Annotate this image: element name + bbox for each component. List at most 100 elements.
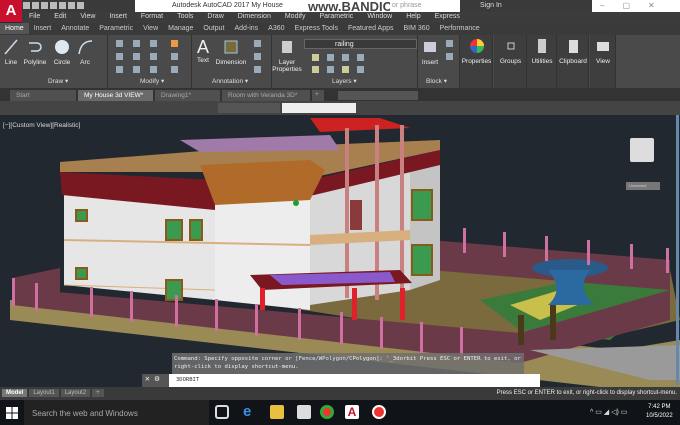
draw-panel-label[interactable]: Draw ▾ <box>48 77 68 85</box>
add-layout-button[interactable]: + <box>92 389 104 397</box>
menu-express[interactable]: Express <box>428 12 467 21</box>
block-panel-label[interactable]: Block ▾ <box>426 77 447 85</box>
print-icon[interactable] <box>59 2 66 9</box>
tab-manage[interactable]: Manage <box>163 23 198 34</box>
mirror-icon[interactable] <box>133 53 140 60</box>
menu-format[interactable]: Format <box>134 12 170 21</box>
close-icon[interactable]: ✕ <box>145 374 150 383</box>
stretch-icon[interactable] <box>116 66 123 73</box>
tab-view[interactable]: View <box>138 23 163 34</box>
layer-dropdown[interactable]: railing <box>304 39 417 49</box>
save-as-icon[interactable] <box>50 2 57 9</box>
copy-icon[interactable] <box>116 53 123 60</box>
menu-help[interactable]: Help <box>399 12 427 21</box>
utilities-button[interactable]: Utilities <box>527 38 557 65</box>
line-button[interactable]: Line <box>3 39 19 66</box>
tab-start[interactable]: Start <box>10 90 76 101</box>
tab-featured-apps[interactable]: Featured Apps <box>343 23 399 34</box>
layer-tool-icon[interactable] <box>312 54 319 61</box>
application-menu-button[interactable]: A <box>0 0 22 22</box>
tab-a360[interactable]: A360 <box>263 23 289 34</box>
orbit-tools[interactable] <box>218 103 280 113</box>
search-input[interactable]: or phrase <box>390 0 460 12</box>
layer-tool-icon[interactable] <box>342 54 349 61</box>
insert-block-button[interactable]: Insert <box>420 39 440 66</box>
new-tab-button[interactable]: + <box>312 90 324 101</box>
erase-icon[interactable] <box>171 40 178 47</box>
system-tray[interactable]: ^ ▭ ◢ ◁) ▭ <box>590 408 627 416</box>
tab-layout2[interactable]: Layout2 <box>60 389 91 397</box>
windows-start-icon[interactable] <box>6 407 18 419</box>
clock[interactable]: 7:42 PM 10/5/2022 <box>646 403 673 421</box>
taskbar-search[interactable]: Search the web and Windows <box>24 400 209 425</box>
tab-model[interactable]: Model <box>2 389 28 397</box>
layer-properties-button[interactable]: Layer Properties <box>272 39 302 73</box>
drawing-viewport[interactable] <box>0 115 680 387</box>
visual-style-toolbar[interactable] <box>338 91 418 100</box>
tab-express-tools[interactable]: Express Tools <box>290 23 343 34</box>
menu-insert[interactable]: Insert <box>102 12 134 21</box>
store-icon[interactable] <box>297 405 311 419</box>
view-dropdown[interactable] <box>282 103 356 113</box>
customize-icon[interactable]: ⚙ <box>155 374 160 383</box>
command-line[interactable]: ✕ ⚙ 3DORBIT <box>142 374 540 387</box>
menu-dimension[interactable]: Dimension <box>231 12 278 21</box>
tab-add-ins[interactable]: Add-ins <box>229 23 263 34</box>
tab-annotate[interactable]: Annotate <box>56 23 94 34</box>
layer-tool-icon[interactable] <box>327 54 334 61</box>
layer-tool-icon[interactable] <box>357 54 364 61</box>
sign-in-button[interactable]: Sign In <box>460 0 592 12</box>
autocad-icon[interactable]: A <box>345 405 359 419</box>
layer-tool-icon[interactable] <box>357 66 364 73</box>
menu-file[interactable]: File <box>22 12 47 21</box>
command-line-buttons[interactable]: ✕ ⚙ <box>142 374 169 387</box>
table-icon[interactable] <box>254 66 261 73</box>
groups-button[interactable]: Groups <box>494 38 527 65</box>
fillet-icon[interactable] <box>150 53 157 60</box>
tab-output[interactable]: Output <box>198 23 229 34</box>
annotation-panel-label[interactable]: Annotation ▾ <box>212 77 248 85</box>
viewport-scrollbar[interactable] <box>676 115 679 385</box>
linear-dimension-icon[interactable] <box>254 40 261 47</box>
tab-room-with-veranda-3d[interactable]: Room with Veranda 3D* <box>222 90 310 101</box>
viewport-controls-label[interactable]: [−][Custom View][Realistic] <box>3 122 80 129</box>
trim-icon[interactable] <box>150 40 157 47</box>
menu-window[interactable]: Window <box>360 12 399 21</box>
ucs-dropdown[interactable]: Unnamed <box>626 182 660 190</box>
chrome-icon[interactable] <box>320 405 334 419</box>
leader-icon[interactable] <box>254 53 261 60</box>
command-input[interactable]: 3DORBIT <box>176 377 199 383</box>
window-controls[interactable]: –▢✕ <box>600 1 673 10</box>
redo-icon[interactable] <box>77 2 84 9</box>
layer-tool-icon[interactable] <box>312 66 319 73</box>
menu-modify[interactable]: Modify <box>278 12 313 21</box>
task-view-icon[interactable] <box>215 405 229 419</box>
save-icon[interactable] <box>41 2 48 9</box>
layers-panel-label[interactable]: Layers ▾ <box>332 77 357 85</box>
open-icon[interactable] <box>32 2 39 9</box>
text-button[interactable]: A Text <box>195 37 211 64</box>
menu-draw[interactable]: Draw <box>200 12 230 21</box>
create-block-icon[interactable] <box>446 40 453 47</box>
dimension-button[interactable]: Dimension <box>214 39 248 66</box>
new-icon[interactable] <box>23 2 30 9</box>
offset-icon[interactable] <box>171 66 178 73</box>
circle-button[interactable]: Circle <box>52 39 72 66</box>
clipboard-button[interactable]: Clipboard <box>557 38 589 65</box>
tab-bim-360[interactable]: BIM 360 <box>399 23 435 34</box>
bandicam-icon[interactable] <box>372 405 386 419</box>
move-icon[interactable] <box>116 40 123 47</box>
tab-insert[interactable]: Insert <box>29 23 57 34</box>
rotate-icon[interactable] <box>133 40 140 47</box>
tab-drawing1[interactable]: Drawing1* <box>155 90 220 101</box>
edit-block-icon[interactable] <box>446 53 453 60</box>
explode-icon[interactable] <box>171 53 178 60</box>
tab-performance[interactable]: Performance <box>435 23 485 34</box>
menu-tools[interactable]: Tools <box>170 12 200 21</box>
layer-tool-icon[interactable] <box>342 66 349 73</box>
scale-icon[interactable] <box>133 66 140 73</box>
edge-icon[interactable]: e <box>243 404 257 419</box>
properties-button[interactable]: Properties <box>460 38 493 65</box>
tab-home[interactable]: Home <box>0 23 29 34</box>
menu-view[interactable]: View <box>73 12 102 21</box>
